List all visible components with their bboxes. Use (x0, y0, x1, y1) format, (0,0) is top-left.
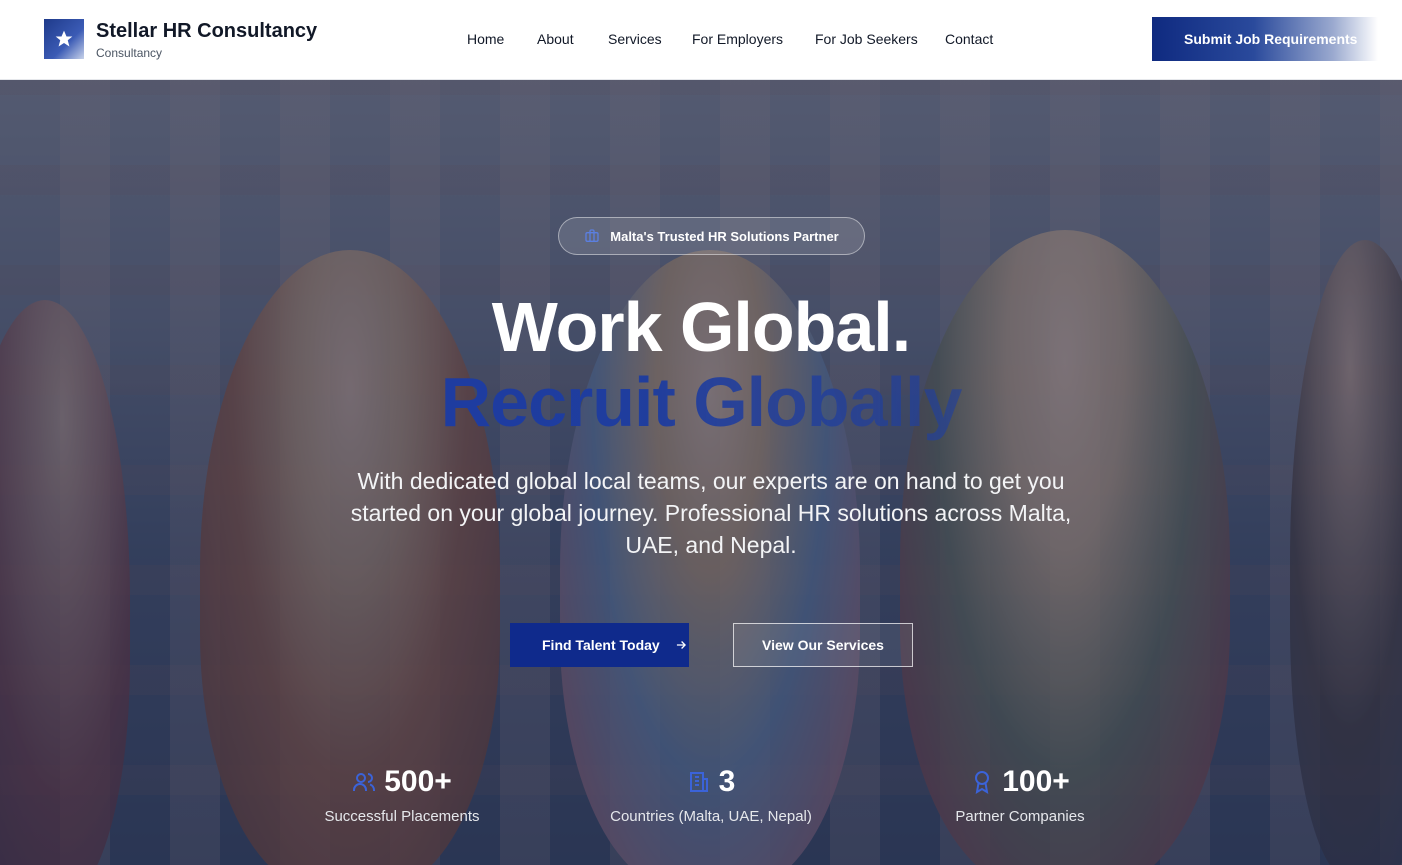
stat-placements: 500+ Successful Placements (312, 762, 492, 825)
badge-text: Malta's Trusted HR Solutions Partner (610, 228, 839, 244)
view-services-button[interactable]: View Our Services (733, 623, 913, 667)
arrow-right-icon (676, 641, 686, 649)
find-talent-label: Find Talent Today (542, 637, 660, 653)
building-icon (689, 772, 708, 792)
submit-job-requirements-button[interactable]: Submit Job Requirements (1152, 17, 1378, 61)
stat-label: Countries (Malta, UAE, Nepal) (610, 808, 812, 825)
nav-contact[interactable]: Contact (945, 31, 993, 47)
briefcase-icon (585, 229, 599, 242)
stat-value: 500+ (384, 765, 452, 798)
stat-value: 3 (718, 765, 736, 798)
find-talent-button[interactable]: Find Talent Today (510, 623, 689, 667)
users-icon (353, 773, 376, 791)
nav-about[interactable]: About (537, 31, 574, 47)
hero-headline: Work Global. (491, 288, 911, 366)
nav-for-job-seekers[interactable]: For Job Seekers (815, 31, 918, 47)
nav-services[interactable]: Services (608, 31, 662, 47)
nav-home[interactable]: Home (467, 31, 504, 47)
hero-description: With dedicated global local teams, our e… (350, 468, 1072, 558)
hero-section: Malta's Trusted HR Solutions Partner Wor… (0, 80, 1402, 865)
award-icon (975, 771, 990, 794)
stat-value: 100+ (1002, 765, 1070, 798)
stat-countries: 3 Countries (Malta, UAE, Nepal) (596, 762, 826, 825)
hero-headline-accent: Recruit Globally (0, 360, 1402, 444)
trusted-partner-badge: Malta's Trusted HR Solutions Partner (558, 217, 865, 255)
site-header: Stellar HR Consultancy Consultancy Home … (0, 0, 1402, 80)
stat-label: Partner Companies (955, 808, 1085, 825)
stat-partners: 100+ Partner Companies (940, 762, 1100, 825)
nav-for-employers[interactable]: For Employers (692, 31, 783, 47)
stat-label: Successful Placements (324, 808, 480, 825)
